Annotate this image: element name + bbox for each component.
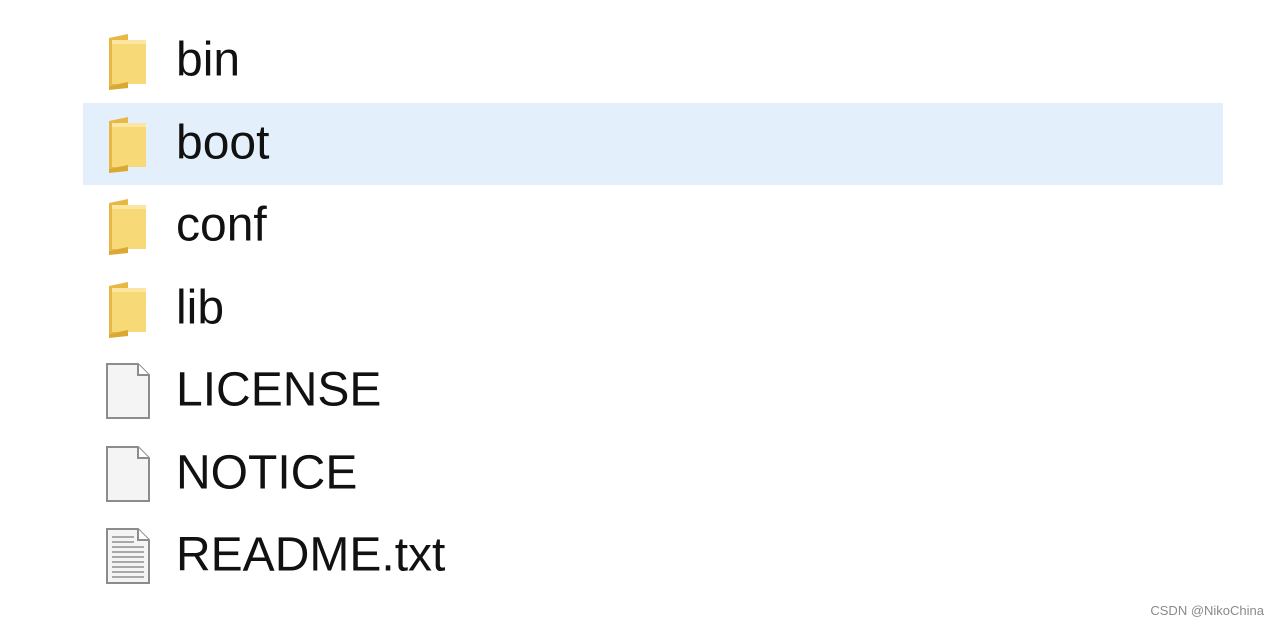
- blank-file-icon: [103, 360, 153, 422]
- file-row-bin[interactable]: bin: [83, 20, 1223, 102]
- folder-icon: [103, 113, 153, 175]
- file-name: README.txt: [176, 528, 446, 582]
- file-name: NOTICE: [176, 445, 358, 499]
- folder-icon: [103, 278, 153, 340]
- file-row-boot[interactable]: boot: [83, 102, 1223, 185]
- file-row-lib[interactable]: lib: [83, 268, 1223, 350]
- file-row-notice[interactable]: NOTICE: [83, 433, 1223, 515]
- folder-icon: [103, 30, 153, 92]
- file-row-readme[interactable]: README.txt: [83, 515, 1223, 597]
- text-file-icon: [103, 525, 153, 587]
- file-name: conf: [176, 198, 267, 252]
- file-name: LICENSE: [176, 363, 382, 417]
- file-name: bin: [176, 33, 241, 87]
- file-name: lib: [176, 280, 225, 334]
- file-row-license[interactable]: LICENSE: [83, 350, 1223, 432]
- file-list: bin boot conf lib LICENSE NOTICE README.…: [83, 20, 1223, 598]
- blank-file-icon: [103, 443, 153, 505]
- watermark: CSDN @NikoChina: [1150, 603, 1264, 618]
- folder-icon: [103, 195, 153, 257]
- file-row-conf[interactable]: conf: [83, 185, 1223, 267]
- file-name: boot: [176, 115, 270, 169]
